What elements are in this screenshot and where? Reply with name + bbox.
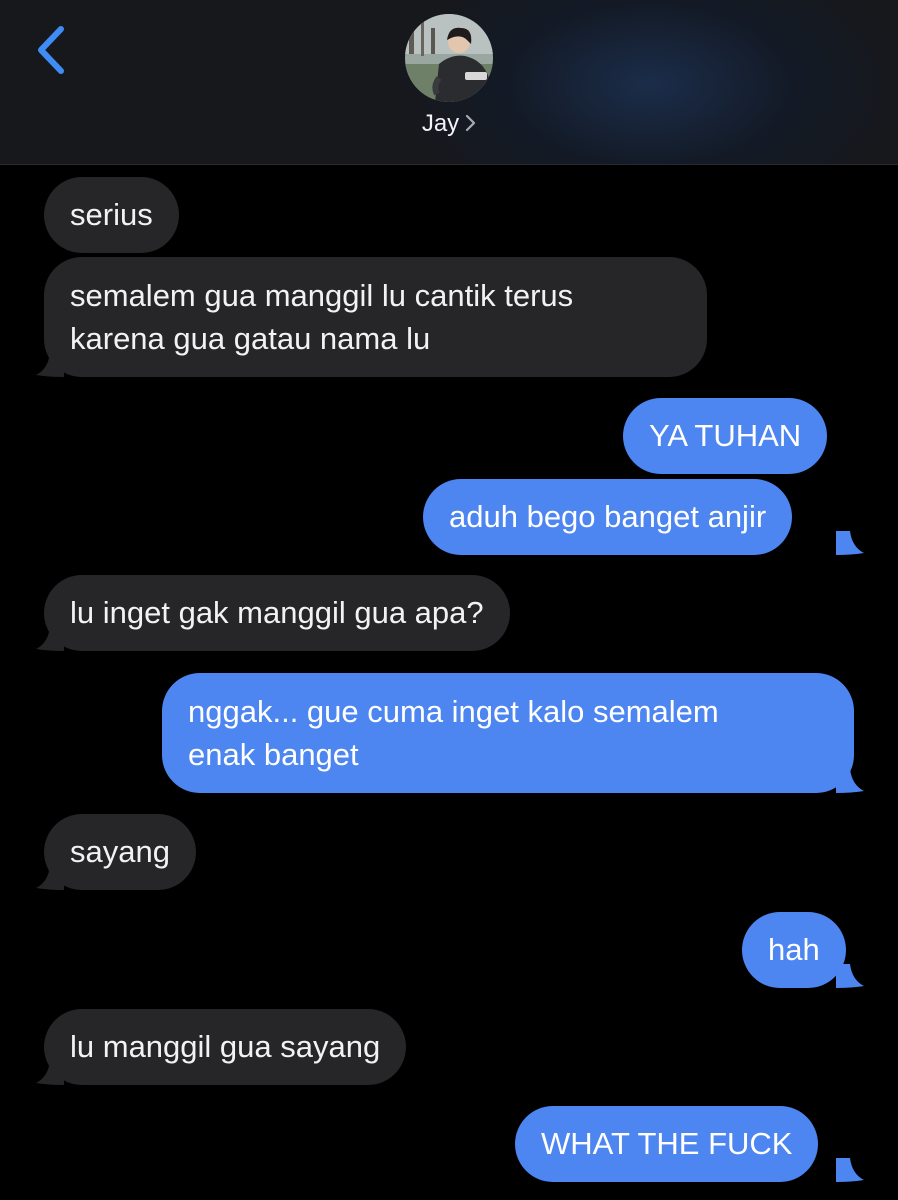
back-button[interactable] bbox=[28, 20, 80, 82]
message-bubble-outgoing[interactable]: hah bbox=[742, 912, 846, 988]
message-bubble-outgoing[interactable]: nggak... gue cuma inget kalo semalem ena… bbox=[162, 673, 854, 793]
message-text: lu inget gak manggil gua apa? bbox=[70, 595, 484, 630]
bubble-tail bbox=[36, 866, 64, 890]
contact-name-button[interactable]: Jay bbox=[0, 110, 898, 139]
chevron-right-icon bbox=[466, 114, 476, 132]
message-text: enak banget bbox=[188, 737, 359, 772]
conversation-header: Jay bbox=[0, 0, 898, 165]
bubble-tail bbox=[36, 353, 64, 377]
message-text: hah bbox=[768, 932, 820, 967]
message-bubble-incoming[interactable]: serius bbox=[44, 177, 179, 253]
bubble-tail bbox=[36, 627, 64, 651]
message-text: WHAT THE FUCK bbox=[541, 1126, 793, 1161]
message-bubble-incoming[interactable]: lu manggil gua sayang bbox=[44, 1009, 407, 1085]
message-bubble-outgoing[interactable]: aduh bego banget anjir bbox=[423, 479, 793, 555]
message-bubble-outgoing[interactable]: YA TUHAN bbox=[623, 398, 828, 474]
chevron-left-icon bbox=[38, 26, 64, 74]
message-bubble-incoming[interactable]: sayang bbox=[44, 814, 196, 890]
message-text: YA TUHAN bbox=[649, 418, 802, 453]
bubble-tail bbox=[836, 964, 864, 988]
bubble-tail bbox=[836, 1158, 864, 1182]
message-text: karena gua gatau nama lu bbox=[70, 321, 431, 356]
message-text: lu manggil gua sayang bbox=[70, 1029, 381, 1064]
message-bubble-incoming[interactable]: semalem gua manggil lu cantik terus kare… bbox=[44, 257, 707, 377]
message-bubble-outgoing[interactable]: WHAT THE FUCK bbox=[515, 1106, 819, 1182]
contact-avatar[interactable] bbox=[405, 14, 493, 102]
contact-name: Jay bbox=[421, 110, 460, 137]
message-text: sayang bbox=[70, 834, 170, 869]
message-bubble-incoming[interactable]: lu inget gak manggil gua apa? bbox=[44, 575, 510, 651]
message-text: aduh bego banget anjir bbox=[449, 499, 767, 534]
message-text: nggak... gue cuma inget kalo semalem bbox=[188, 694, 719, 729]
bubble-tail bbox=[836, 531, 864, 555]
bubble-tail bbox=[36, 1061, 64, 1085]
message-text: semalem gua manggil lu cantik terus bbox=[70, 278, 574, 313]
bubble-tail bbox=[836, 769, 864, 793]
message-text: serius bbox=[70, 197, 153, 232]
